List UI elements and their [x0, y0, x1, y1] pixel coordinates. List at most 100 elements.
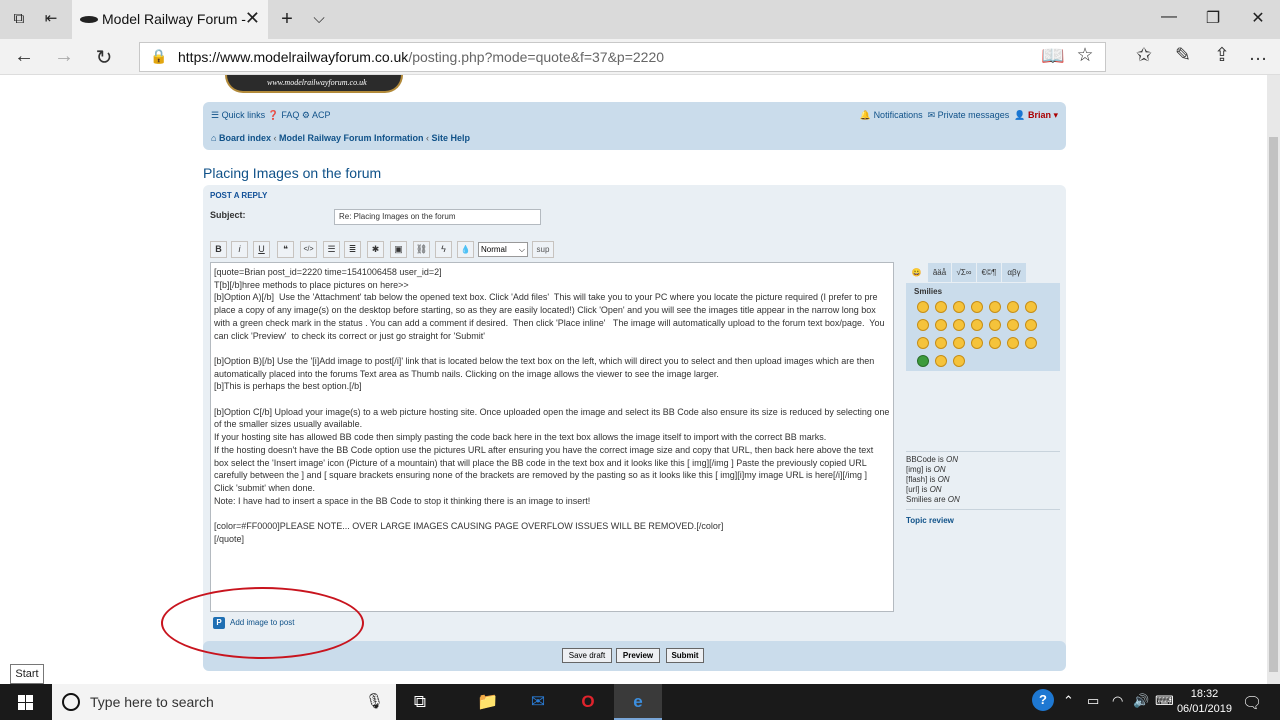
tab-math[interactable]: √Σ∞	[952, 263, 976, 282]
smiley-icon[interactable]	[935, 301, 947, 313]
smiley-icon[interactable]	[971, 301, 983, 313]
subject-input[interactable]: Re: Placing Images on the forum	[334, 209, 541, 225]
smiley-icon[interactable]	[971, 337, 983, 349]
code-button[interactable]: </>	[300, 241, 317, 258]
refresh-icon[interactable]: ↻	[90, 45, 118, 70]
smiley-icon[interactable]	[935, 355, 947, 367]
opera-icon[interactable]: O	[564, 684, 612, 720]
notifications-link[interactable]: Notifications	[874, 110, 923, 120]
smiley-icon[interactable]	[917, 301, 929, 313]
font-size-select[interactable]: Normal ⌵	[478, 242, 528, 257]
private-messages-link[interactable]: Private messages	[938, 110, 1010, 120]
acp-link[interactable]: ACP	[312, 110, 331, 120]
close-window-icon[interactable]: ✕	[1243, 8, 1273, 28]
tab-greek[interactable]: αβγ	[1002, 263, 1026, 282]
font-color-button[interactable]: 💧	[457, 241, 474, 258]
list-button[interactable]: ☰	[323, 241, 340, 258]
tab-menu-icon[interactable]: ⌵	[310, 10, 328, 28]
reading-view-icon[interactable]: 📖	[1040, 44, 1066, 68]
quote-button[interactable]: ❝	[277, 241, 294, 258]
smiley-icon[interactable]	[953, 355, 965, 367]
edge-icon[interactable]: e	[614, 684, 662, 720]
web-note-icon[interactable]: ✎	[1170, 44, 1196, 67]
smiley-icon[interactable]	[917, 337, 929, 349]
smiley-icon[interactable]	[935, 319, 947, 331]
tab-smilies[interactable]: 😀	[906, 263, 927, 282]
smiley-icon[interactable]	[1025, 301, 1037, 313]
preview-button[interactable]: Preview	[616, 648, 660, 663]
favorites-hub-icon[interactable]: ✩	[1131, 44, 1157, 67]
sup-button[interactable]: sup	[532, 241, 554, 258]
page-scrollbar[interactable]	[1267, 75, 1280, 684]
flash-button[interactable]: ϟ	[435, 241, 452, 258]
forward-icon[interactable]: →	[50, 45, 78, 68]
address-bar[interactable]: 🔒 https://www.modelrailwayforum.co.uk/po…	[139, 42, 1106, 72]
breadcrumb-forum-info[interactable]: Model Railway Forum Information	[279, 133, 424, 143]
topic-review-link[interactable]: Topic review	[906, 516, 954, 525]
smiley-icon[interactable]	[1025, 337, 1037, 349]
more-icon[interactable]: …	[1245, 44, 1271, 66]
submit-button[interactable]: Submit	[666, 648, 704, 663]
smiley-icon[interactable]	[1007, 337, 1019, 349]
browser-tab[interactable]: Model Railway Forum - ✕	[72, 0, 268, 39]
outlook-icon[interactable]: ✉	[514, 684, 562, 720]
tab-symbols[interactable]: €©¶	[977, 263, 1001, 282]
tab-close-icon[interactable]: ✕	[245, 8, 260, 29]
insert-url-button[interactable]: ⛓	[413, 241, 430, 258]
quick-links-link[interactable]: Quick links	[222, 110, 266, 120]
tab-manager-icon[interactable]: ⧉	[10, 10, 28, 28]
share-icon[interactable]: ⇪	[1209, 44, 1235, 67]
start-button[interactable]	[0, 684, 52, 720]
ordered-list-button[interactable]: ≣	[344, 241, 361, 258]
smiley-icon[interactable]	[1007, 301, 1019, 313]
italic-button[interactable]: i	[231, 241, 248, 258]
smiley-icon[interactable]	[935, 337, 947, 349]
chevron-up-icon[interactable]: ⌃	[1063, 693, 1074, 709]
web-page: www.modelrailwayforum.co.uk ☰ Quick link…	[0, 75, 1267, 684]
microphone-icon[interactable]: 🎙	[365, 692, 384, 710]
taskbar-search[interactable]: Type here to search 🎙	[52, 684, 396, 720]
bold-button[interactable]: B	[210, 241, 227, 258]
wifi-icon[interactable]: ◠	[1112, 693, 1123, 709]
scrollbar-thumb[interactable]	[1269, 137, 1278, 672]
tab-accents[interactable]: âäå	[928, 263, 951, 282]
underline-button[interactable]: U	[253, 241, 270, 258]
file-explorer-icon[interactable]: 📁	[464, 684, 512, 720]
breadcrumb-board-index[interactable]: Board index	[219, 133, 271, 143]
smiley-icon[interactable]	[989, 337, 1001, 349]
smiley-icon[interactable]	[971, 319, 983, 331]
insert-image-button[interactable]: ▣	[390, 241, 407, 258]
help-icon[interactable]: ?	[1032, 689, 1054, 711]
smiley-icon[interactable]	[989, 301, 1001, 313]
smiley-icon[interactable]	[1007, 319, 1019, 331]
faq-link[interactable]: FAQ	[281, 110, 299, 120]
caret-down-icon[interactable]: ▾	[1051, 110, 1058, 120]
message-textarea[interactable]: [quote=Brian post_id=2220 time=154100645…	[210, 262, 894, 612]
site-logo[interactable]: www.modelrailwayforum.co.uk	[225, 75, 403, 93]
volume-icon[interactable]: 🔊	[1133, 693, 1149, 709]
minimize-icon[interactable]: —	[1154, 8, 1184, 26]
clock[interactable]: 18:32 06/01/2019	[1177, 687, 1232, 717]
list-item-button[interactable]: ✱	[367, 241, 384, 258]
bell-icon: 🔔	[859, 110, 872, 120]
notifications-center-icon[interactable]: 🗨	[1242, 693, 1262, 713]
new-tab-button[interactable]: +	[278, 9, 296, 29]
smiley-icon[interactable]	[917, 319, 929, 331]
favorite-star-icon[interactable]: ☆	[1072, 44, 1098, 67]
task-view-icon[interactable]: ⧉	[396, 684, 444, 720]
battery-icon[interactable]: ▭	[1087, 693, 1099, 709]
keyboard-icon[interactable]: ⌨	[1155, 693, 1174, 709]
back-icon[interactable]: ←	[10, 45, 38, 68]
smiley-icon[interactable]	[989, 319, 1001, 331]
maximize-icon[interactable]: ❐	[1198, 8, 1228, 28]
smiley-icon[interactable]	[917, 355, 929, 367]
breadcrumb-site-help[interactable]: Site Help	[432, 133, 471, 143]
smiley-icon[interactable]	[953, 337, 965, 349]
smiley-icon[interactable]	[953, 319, 965, 331]
smiley-icon[interactable]	[1025, 319, 1037, 331]
page-title[interactable]: Placing Images on the forum	[203, 165, 381, 181]
user-menu-link[interactable]: Brian	[1028, 110, 1051, 120]
save-draft-button[interactable]: Save draft	[562, 648, 612, 663]
tab-aside-icon[interactable]: ⇤	[42, 10, 60, 28]
smiley-icon[interactable]	[953, 301, 965, 313]
